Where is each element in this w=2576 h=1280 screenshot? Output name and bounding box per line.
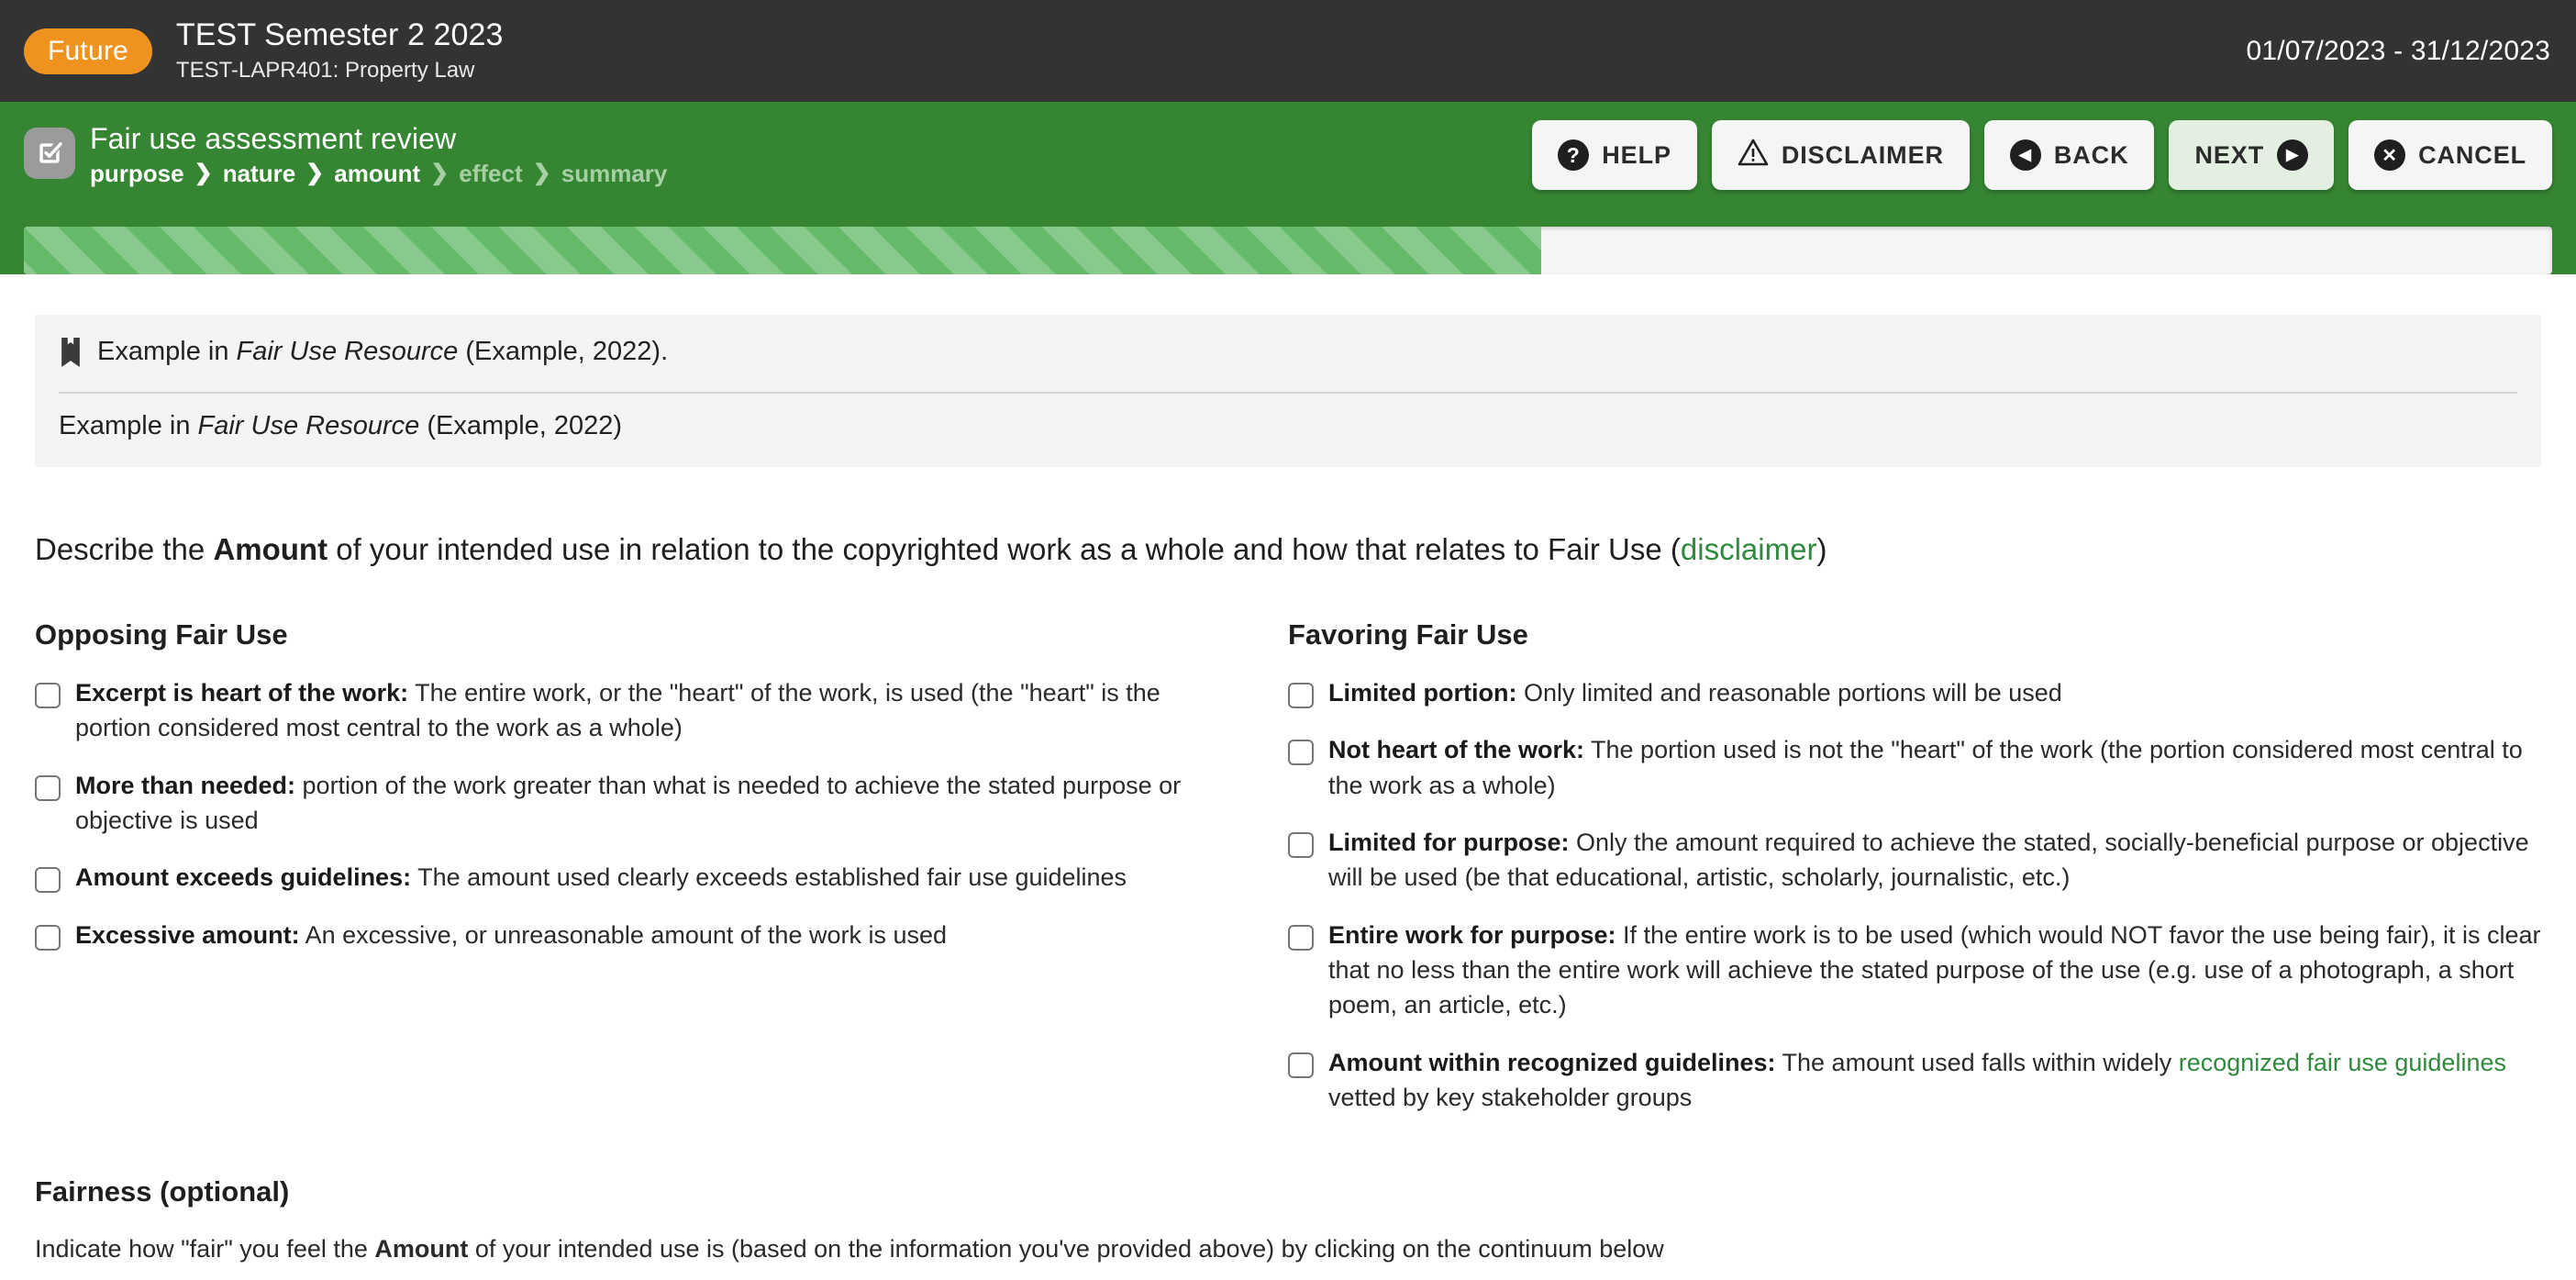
cancel-button[interactable]: ✕ CANCEL [2348,120,2552,190]
favoring-checkbox-3[interactable] [1288,924,1314,951]
breadcrumb-item-amount[interactable]: amount [334,161,420,185]
favoring-label-1: Not heart of the work: The portion used … [1328,736,2523,799]
chevron-right-icon: ❯ [194,161,213,185]
favoring-label-3: Entire work for purpose: If the entire w… [1328,920,2541,1019]
favoring-item[interactable]: Not heart of the work: The portion used … [1288,732,2541,803]
breadcrumb-item-summary[interactable]: summary [561,161,668,185]
course-title: TEST Semester 2 2023 [175,17,504,52]
favoring-checkbox-2[interactable] [1288,831,1314,858]
citation-source-italic: Fair Use Resource [236,337,459,366]
arrow-right-circle-icon: ▶ [2277,139,2309,171]
progress-bar-fill [24,227,1541,274]
favoring-label-bold-3: Entire work for purpose: [1328,920,1616,949]
favoring-checkbox-list: Limited portion: Only limited and reason… [1288,675,2541,1115]
status-badge: Future [24,28,152,74]
fairness-description: Indicate how "fair" you feel the Amount … [35,1235,1664,1263]
favoring-item[interactable]: Amount within recognized guidelines: The… [1288,1045,2541,1116]
help-button-label: HELP [1602,140,1671,169]
close-circle-icon: ✕ [2374,139,2406,171]
date-range: 01/07/2023 - 31/12/2023 [2246,35,2550,66]
course-code: TEST-LAPR401: Property Law [175,58,475,83]
citation-source-italic-2: Fair Use Resource [197,410,420,440]
book-icon [59,338,83,377]
criteria-columns: Opposing Fair Use Excerpt is heart of th… [35,618,2541,1137]
progress-bar [24,227,2552,274]
disclaimer-button[interactable]: DISCLAIMER [1711,120,1970,190]
chevron-right-icon: ❯ [532,161,551,185]
breadcrumb-item-purpose[interactable]: purpose [90,161,184,185]
page-title: Fair use assessment review [90,122,457,155]
favoring-item[interactable]: Entire work for purpose: If the entire w… [1288,918,2541,1023]
opposing-checkbox-list: Excerpt is heart of the work: The entire… [35,675,1233,952]
help-button[interactable]: ? HELP [1532,120,1697,190]
opposing-label-bold-2: Amount exceeds guidelines: [75,863,412,892]
favoring-label-bold-2: Limited for purpose: [1328,828,1570,856]
breadcrumb-item-effect[interactable]: effect [459,161,522,185]
citation-secondary: Example in Fair Use Resource (Example, 2… [59,410,623,440]
warning-triangle-icon [1738,138,1769,173]
favoring-label-bold-4: Amount within recognized guidelines: [1328,1048,1776,1076]
assessment-header: Fair use assessment review purpose ❯ natur… [0,102,2576,274]
favoring-label-bold-0: Limited portion: [1328,678,1517,707]
main-content: Example in Fair Use Resource (Example, 2… [0,315,2576,1280]
favoring-item[interactable]: Limited for purpose: Only the amount req… [1288,825,2541,896]
favoring-label-0: Limited portion: Only limited and reason… [1328,678,2062,707]
chevron-right-icon: ❯ [305,161,325,185]
opposing-item[interactable]: Excerpt is heart of the work: The entire… [35,675,1233,746]
header-action-buttons: ? HELP DISCLAIMER ◀ BACK NEXT ▶ ✕ CANCEL [1532,118,2552,190]
opposing-checkbox-1[interactable] [35,774,61,801]
describe-instruction: Describe the Amount of your intended use… [35,532,1827,567]
opposing-label-bold-3: Excessive amount: [75,920,300,949]
back-button-label: BACK [2053,140,2129,169]
chevron-right-icon: ❯ [430,161,450,185]
opposing-label-3: Excessive amount: An excessive, or unrea… [75,920,948,949]
favoring-checkbox-1[interactable] [1288,740,1314,766]
favoring-label-bold-1: Not heart of the work: [1328,736,1585,764]
next-button[interactable]: NEXT ▶ [2169,120,2335,190]
opposing-label-bold-0: Excerpt is heart of the work: [75,678,409,707]
opposing-checkbox-0[interactable] [35,682,61,708]
opposing-item[interactable]: Excessive amount: An excessive, or unrea… [35,918,1233,952]
top-bar: Future TEST Semester 2 2023 TEST-LAPR401… [0,0,2576,102]
citation-box: Example in Fair Use Resource (Example, 2… [35,315,2541,468]
question-circle-icon: ? [1558,139,1590,171]
favoring-checkbox-4[interactable] [1288,1052,1314,1078]
opposing-checkbox-3[interactable] [35,924,61,951]
course-block: TEST Semester 2 2023 TEST-LAPR401: Prope… [176,17,504,84]
back-button[interactable]: ◀ BACK [1983,120,2155,190]
arrow-left-circle-icon: ◀ [2009,139,2041,171]
header-left: Fair use assessment review purpose ❯ natur… [24,118,667,185]
favoring-title: Favoring Fair Use [1288,618,1528,651]
opposing-title: Opposing Fair Use [35,618,288,651]
describe-emphasis: Amount [213,532,328,567]
citation-primary-text: Example in Fair Use Resource (Example, 2… [97,337,669,366]
opposing-label-2: Amount exceeds guidelines: The amount us… [75,863,1127,892]
opposing-item[interactable]: Amount exceeds guidelines: The amount us… [35,860,1233,895]
recognized-guidelines-link[interactable]: recognized fair use guidelines [2179,1049,2506,1076]
opposing-item[interactable]: More than needed: portion of the work gr… [35,768,1233,839]
citation-primary: Example in Fair Use Resource (Example, 2… [59,335,2517,394]
next-button-label: NEXT [2194,140,2265,169]
breadcrumb: purpose ❯ nature ❯ amount ❯ effect ❯ summary [90,161,667,185]
opposing-checkbox-2[interactable] [35,867,61,894]
favoring-column: Favoring Fair Use Limited portion: Only … [1288,618,2541,1137]
fairness-title: Fairness (optional) [35,1175,290,1208]
breadcrumb-item-nature[interactable]: nature [223,161,295,185]
disclaimer-button-label: DISCLAIMER [1781,140,1944,169]
fairness-emphasis: Amount [374,1235,469,1263]
opposing-label-bold-1: More than needed: [75,771,296,799]
checkbox-check-icon [24,128,75,179]
disclaimer-link[interactable]: disclaimer [1681,532,1817,566]
favoring-label-2: Limited for purpose: Only the amount req… [1328,828,2529,892]
favoring-item[interactable]: Limited portion: Only limited and reason… [1288,675,2541,710]
favoring-label-4: Amount within recognized guidelines: The… [1328,1048,2506,1111]
opposing-label-1: More than needed: portion of the work gr… [75,771,1182,834]
cancel-button-label: CANCEL [2418,140,2526,169]
opposing-column: Opposing Fair Use Excerpt is heart of th… [35,618,1288,1137]
favoring-checkbox-0[interactable] [1288,682,1314,708]
opposing-label-0: Excerpt is heart of the work: The entire… [75,678,1160,742]
